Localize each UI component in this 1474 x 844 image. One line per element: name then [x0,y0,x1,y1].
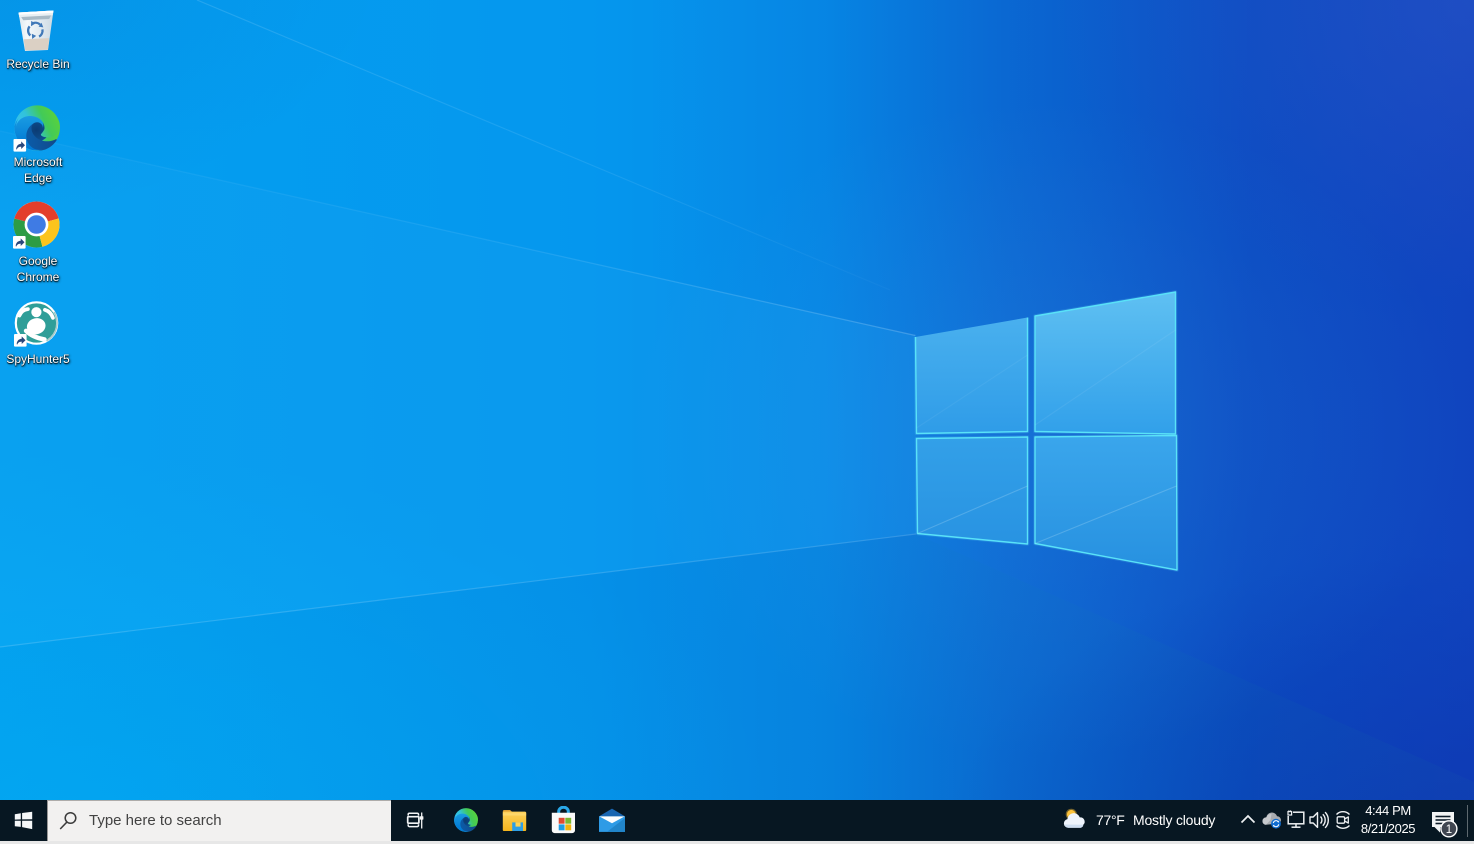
svg-text:1: 1 [1446,824,1452,836]
